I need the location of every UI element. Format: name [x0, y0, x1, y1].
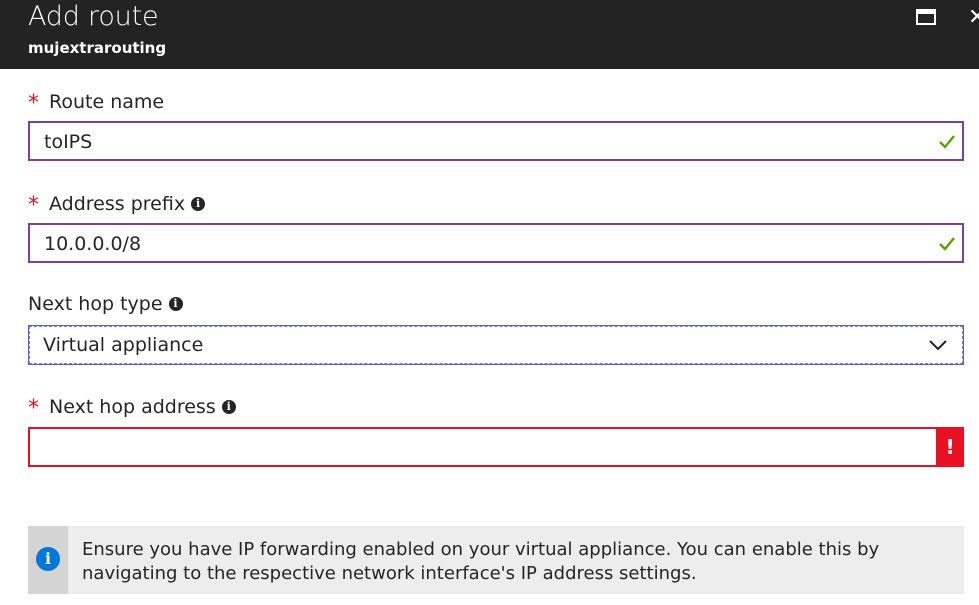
- required-marker: *: [28, 396, 39, 421]
- close-button[interactable]: ✕: [968, 5, 979, 30]
- route-name-input[interactable]: toIPS: [28, 121, 964, 161]
- info-circle-icon: i: [36, 547, 60, 571]
- info-icon[interactable]: i: [221, 399, 236, 414]
- next-hop-address-label-text: Next hop address: [49, 395, 216, 418]
- info-icon[interactable]: i: [168, 297, 183, 311]
- route-name-label: * Route name: [28, 89, 165, 117]
- blade-title: Add route: [28, 1, 159, 32]
- blade-header: Add route mujextrarouting ✕: [0, 0, 979, 69]
- info-icon[interactable]: i: [191, 196, 206, 211]
- address-prefix-label: * Address prefix i: [28, 191, 206, 218]
- next-hop-type-label: Next hop type i: [28, 293, 183, 315]
- checkmark-icon: [939, 237, 955, 251]
- route-name-label-text: Route name: [49, 90, 165, 113]
- next-hop-address-input[interactable]: !: [28, 427, 964, 467]
- maximize-icon: [916, 9, 936, 25]
- maximize-button[interactable]: [916, 7, 942, 29]
- blade-subtitle: mujextrarouting: [28, 39, 167, 57]
- error-icon: !: [936, 427, 964, 467]
- address-prefix-value: 10.0.0.0/8: [44, 233, 142, 255]
- next-hop-type-label-text: Next hop type: [28, 293, 163, 315]
- checkmark-icon: [939, 135, 955, 149]
- address-prefix-label-text: Address prefix: [49, 192, 186, 215]
- next-hop-type-value: Virtual appliance: [43, 334, 204, 356]
- next-hop-type-select[interactable]: Virtual appliance: [28, 325, 964, 365]
- chevron-down-icon: [929, 340, 947, 351]
- route-name-value: toIPS: [44, 131, 93, 153]
- info-message: i Ensure you have IP forwarding enabled …: [28, 526, 964, 594]
- info-message-text: Ensure you have IP forwarding enabled on…: [82, 539, 880, 584]
- required-marker: *: [28, 91, 39, 116]
- required-marker: *: [28, 193, 39, 218]
- next-hop-address-label: * Next hop address i: [28, 394, 236, 421]
- address-prefix-input[interactable]: 10.0.0.0/8: [28, 223, 964, 263]
